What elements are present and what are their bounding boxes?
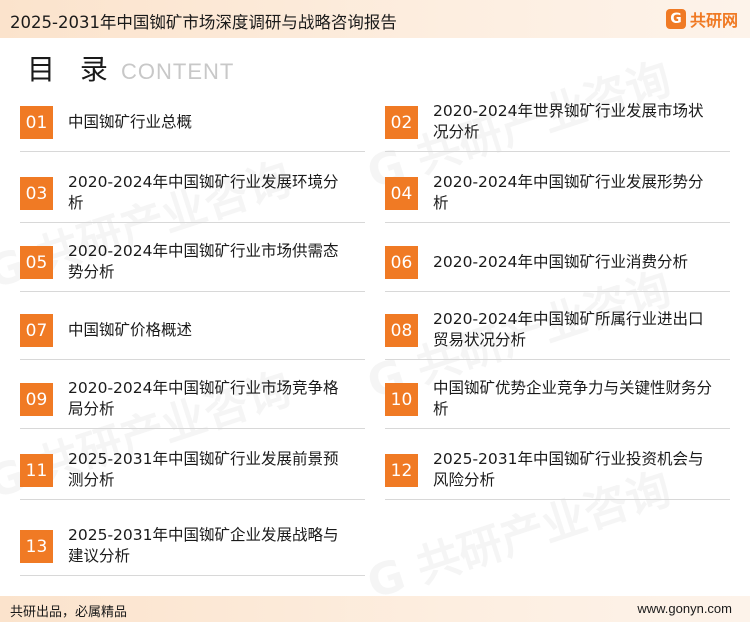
header-bar: 2025-2031年中国铷矿市场深度调研与战略咨询报告 G 共研网 (0, 0, 750, 38)
toc-item-number: 05 (20, 246, 53, 279)
toc-item[interactable]: 11 2025-2031年中国铷矿行业发展前景预测分析 (20, 444, 365, 500)
toc-item-label: 2020-2024年中国铷矿所属行业进出口贸易状况分析 (433, 310, 704, 349)
toc-item-number: 12 (385, 454, 418, 487)
divider (385, 151, 730, 152)
divider (20, 222, 365, 223)
toc-item-number: 08 (385, 314, 418, 347)
toc-item-label: 2025-2031年中国铷矿行业发展前景预测分析 (68, 450, 339, 489)
toc-title: 目 录 (27, 53, 116, 86)
toc-item-label: 2025-2031年中国铷矿行业投资机会与风险分析 (433, 450, 704, 489)
toc-item[interactable]: 05 2020-2024年中国铷矿行业市场供需态势分析 (20, 236, 365, 292)
footer-website-link[interactable]: www.gonyn.com (637, 601, 732, 616)
divider (20, 428, 365, 429)
toc-item[interactable]: 02 2020-2024年世界铷矿行业发展市场状况分析 (385, 96, 730, 152)
toc-item-label: 2020-2024年中国铷矿行业发展环境分析 (68, 173, 339, 212)
toc-item-label: 2020-2024年中国铷矿行业市场竞争格局分析 (68, 379, 339, 418)
divider (20, 575, 365, 576)
divider (385, 222, 730, 223)
divider (20, 291, 365, 292)
toc-item[interactable]: 03 2020-2024年中国铷矿行业发展环境分析 (20, 167, 365, 223)
toc-item-number: 03 (20, 177, 53, 210)
toc-item[interactable]: 10 中国铷矿优势企业竞争力与关键性财务分析 (385, 373, 730, 429)
toc-item[interactable]: 04 2020-2024年中国铷矿行业发展形势分析 (385, 167, 730, 223)
footer-slogan: 共研出品，必属精品 (10, 605, 128, 620)
logo-text: 共研网 (689, 11, 738, 30)
divider (20, 151, 365, 152)
toc-item[interactable]: 08 2020-2024年中国铷矿所属行业进出口贸易状况分析 (385, 304, 730, 360)
toc-title-en: CONTENT (121, 59, 235, 84)
divider (20, 499, 365, 500)
report-title: 2025-2031年中国铷矿市场深度调研与战略咨询报告 (10, 13, 397, 32)
logo-mark-icon: G (665, 9, 686, 29)
toc-item[interactable]: 07 中国铷矿价格概述 (20, 304, 365, 360)
toc-item-number: 06 (385, 246, 418, 279)
divider (385, 359, 730, 360)
toc-item-label: 2025-2031年中国铷矿企业发展战略与建议分析 (68, 526, 339, 565)
toc-item-label: 中国铷矿优势企业竞争力与关键性财务分析 (433, 379, 713, 418)
toc-item-label: 中国铷矿行业总概 (68, 112, 193, 131)
toc-item-number: 10 (385, 383, 418, 416)
divider (20, 359, 365, 360)
toc-item[interactable]: 09 2020-2024年中国铷矿行业市场竞争格局分析 (20, 373, 365, 429)
toc-item-label: 2020-2024年中国铷矿行业发展形势分析 (433, 173, 704, 212)
toc-item-number: 02 (385, 106, 418, 139)
footer-bar: 共研出品，必属精品 www.gonyn.com (0, 596, 750, 622)
toc-item[interactable]: 12 2025-2031年中国铷矿行业投资机会与风险分析 (385, 444, 730, 500)
toc-item[interactable]: 13 2025-2031年中国铷矿企业发展战略与建议分析 (20, 520, 365, 576)
brand-logo: G 共研网 (665, 8, 738, 30)
toc-item-label: 2020-2024年中国铷矿行业消费分析 (433, 252, 688, 271)
toc-heading: 目 录 CONTENT (27, 48, 234, 88)
toc-item-label: 2020-2024年世界铷矿行业发展市场状况分析 (433, 102, 704, 141)
toc-item[interactable]: 01 中国铷矿行业总概 (20, 96, 365, 152)
toc-item[interactable]: 06 2020-2024年中国铷矿行业消费分析 (385, 236, 730, 292)
toc-item-label: 2020-2024年中国铷矿行业市场供需态势分析 (68, 242, 339, 281)
divider (385, 428, 730, 429)
toc-item-number: 13 (20, 530, 53, 563)
toc-item-number: 04 (385, 177, 418, 210)
toc-item-number: 11 (20, 454, 53, 487)
toc-item-number: 01 (20, 106, 53, 139)
toc-item-number: 07 (20, 314, 53, 347)
toc-item-number: 09 (20, 383, 53, 416)
toc-item-label: 中国铷矿价格概述 (68, 320, 193, 339)
divider (385, 291, 730, 292)
divider (385, 499, 730, 500)
